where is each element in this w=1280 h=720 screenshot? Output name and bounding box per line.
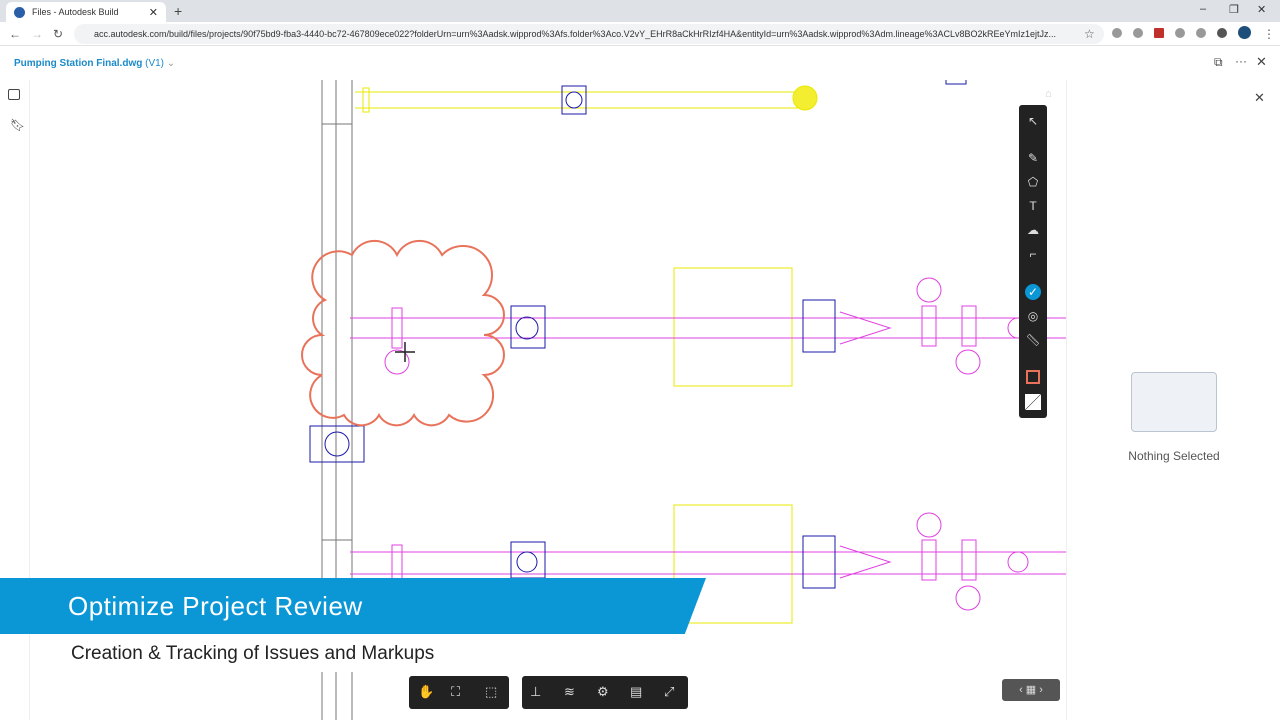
browser-menu-icon[interactable]: ⋮ xyxy=(1263,27,1275,41)
restore-button[interactable]: ❐ xyxy=(1229,3,1239,16)
puzzle-extensions-icon[interactable] xyxy=(1217,28,1227,38)
layers-icon[interactable]: ≋ xyxy=(564,684,575,700)
select-tool-icon[interactable]: ↖ xyxy=(1025,113,1041,129)
compare-icon[interactable]: ⧉ xyxy=(1214,55,1223,70)
extension-icon[interactable] xyxy=(1133,28,1143,38)
forward-button[interactable]: → xyxy=(31,27,43,41)
navigation-toolbar: ✋ ⛶ ⬚ xyxy=(409,676,509,709)
model-browser-icon[interactable]: ⊥ xyxy=(530,684,541,700)
nothing-selected-illustration-icon xyxy=(1131,372,1217,432)
pen-tool-icon[interactable]: ✎ xyxy=(1025,150,1041,166)
file-title[interactable]: Pumping Station Final.dwg (V1) ⌄ xyxy=(14,58,175,69)
banner-title: Optimize Project Review xyxy=(0,578,706,634)
nothing-selected-text: Nothing Selected xyxy=(1128,449,1220,463)
close-window-button[interactable]: ✕ xyxy=(1257,3,1266,16)
viewer-header: Pumping Station Final.dwg (V1) ⌄ ⧉ ··· ✕ xyxy=(0,46,1280,80)
close-viewer-icon[interactable]: ✕ xyxy=(1256,54,1267,70)
fill-color-icon[interactable] xyxy=(1025,394,1041,410)
address-bar-row: ← → ↻ acc.autodesk.com/build/files/proje… xyxy=(0,22,1280,46)
minimize-button[interactable]: – xyxy=(1200,3,1206,15)
zoom-tool-icon[interactable]: ⛶ xyxy=(451,684,460,700)
settings-toolbar: ⊥ ≋ ⚙ ▤ ⤢ xyxy=(522,676,688,709)
bookmark-icon[interactable]: 🔖︎ xyxy=(10,118,25,132)
bookmark-star-icon[interactable]: ☆ xyxy=(1084,27,1095,41)
url-text: acc.autodesk.com/build/files/projects/90… xyxy=(94,29,1057,39)
photo-tool-icon[interactable]: ◎ xyxy=(1025,308,1041,324)
zoom-window-icon[interactable]: ⬚ xyxy=(485,684,497,700)
home-view-icon[interactable]: ⌂ xyxy=(1045,88,1052,100)
stroke-color-icon[interactable] xyxy=(1026,370,1040,384)
close-panel-icon[interactable]: ✕ xyxy=(1254,90,1265,106)
properties-icon[interactable]: ▤ xyxy=(630,684,642,700)
properties-panel: ✕ Nothing Selected xyxy=(1066,80,1280,720)
tab-title: Files - Autodesk Build xyxy=(32,7,119,17)
extension-icon[interactable] xyxy=(1196,28,1206,38)
measure-tool-icon[interactable]: 📏︎ xyxy=(1025,332,1041,348)
text-tool-icon[interactable]: T xyxy=(1025,198,1041,214)
browser-tab[interactable]: Files - Autodesk Build ✕ xyxy=(6,2,166,22)
close-tab-icon[interactable]: ✕ xyxy=(149,6,158,19)
browser-tab-bar: Files - Autodesk Build ✕ + – ❐ ✕ xyxy=(0,0,1280,22)
back-button[interactable]: ← xyxy=(9,27,21,41)
banner-subtitle: Creation & Tracking of Issues and Markup… xyxy=(60,634,572,672)
new-tab-button[interactable]: + xyxy=(174,3,182,19)
callout-tool-icon[interactable]: ⌐ xyxy=(1025,246,1041,262)
markup-toolbar: ↖ ✎ ⬠ T ☁ ⌐ ✓ ◎ 📏︎ xyxy=(1019,105,1047,418)
shapes-tool-icon[interactable]: ⬠ xyxy=(1025,174,1041,190)
pdf-extension-icon[interactable] xyxy=(1154,28,1164,38)
sheets-icon[interactable] xyxy=(8,89,20,100)
settings-icon[interactable]: ⚙ xyxy=(597,684,609,700)
pan-tool-icon[interactable]: ✋ xyxy=(418,684,434,700)
extension-icon[interactable] xyxy=(1175,28,1185,38)
extension-icon[interactable] xyxy=(1112,28,1122,38)
profile-avatar[interactable] xyxy=(1238,26,1251,39)
issue-tool-icon[interactable]: ✓ xyxy=(1025,284,1041,300)
url-field[interactable]: acc.autodesk.com/build/files/projects/90… xyxy=(74,24,1104,44)
autodesk-favicon-icon xyxy=(14,6,25,18)
revision-cloud-markup xyxy=(301,239,505,427)
reload-button[interactable]: ↻ xyxy=(53,27,63,41)
cloud-tool-icon[interactable]: ☁ xyxy=(1025,222,1041,238)
more-options-icon[interactable]: ··· xyxy=(1235,54,1247,68)
sheet-navigator-button[interactable]: ‹ ▦ › xyxy=(1002,679,1060,701)
version-label: (V1) xyxy=(145,58,165,69)
fullscreen-icon[interactable]: ⤢ xyxy=(664,684,674,700)
